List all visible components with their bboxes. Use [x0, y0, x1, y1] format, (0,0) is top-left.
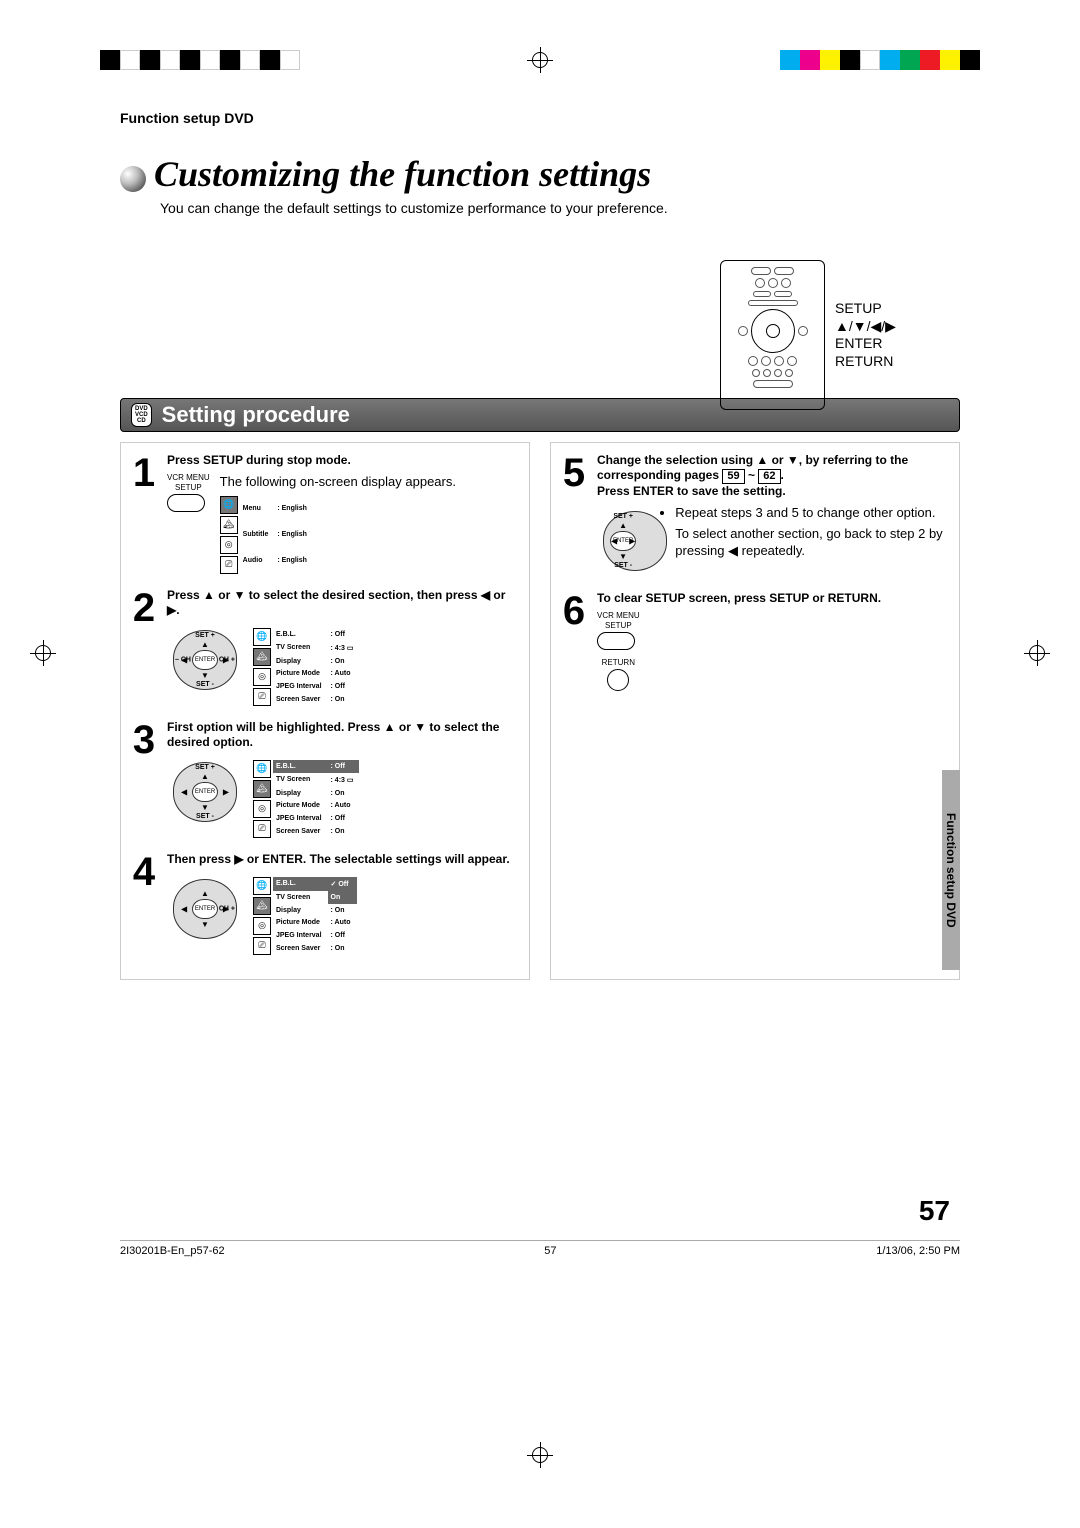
osd-preview: 🌐🏔◎⎚E.B.L.✓ OffTV ScreenOnDisplay: OnPic… [253, 877, 357, 955]
decorative-sphere [120, 166, 146, 192]
section-tag: Function setup DVD [120, 110, 960, 126]
step-1: 1Press SETUP during stop mode.VCR MENUSE… [129, 453, 521, 574]
step-lead: To clear SETUP screen, press SETUP or RE… [597, 591, 951, 606]
step-lead: First option will be highlighted. Press … [167, 720, 521, 750]
step-number: 2 [129, 588, 159, 706]
osd-tab-icon: 🏔 [253, 780, 271, 798]
steps-right-column: 5Change the selection using ▲ or ▼, by r… [550, 442, 960, 980]
remote-labels: SETUP ▲/▼/◀/▶ ENTER RETURN [835, 300, 896, 370]
crosshair-left [30, 640, 56, 666]
footer-page: 57 [544, 1245, 556, 1257]
osd-tab-icon: ◎ [253, 917, 271, 935]
footer-date: 1/13/06, 2:50 PM [876, 1245, 960, 1257]
step-lead: Press SETUP during stop mode. [167, 453, 521, 468]
remote-label-arrows: ▲/▼/◀/▶ [835, 318, 896, 336]
color-registration-blocks [780, 50, 980, 70]
osd-tab-icon: ◎ [220, 536, 238, 554]
step-5: 5Change the selection using ▲ or ▼, by r… [559, 453, 951, 578]
osd-tab-icon: 🏔 [253, 897, 271, 915]
step-body: The following on-screen display appears. [220, 474, 456, 490]
step-number: 4 [129, 852, 159, 955]
footer-file: 2I30201B-En_p57-62 [120, 1245, 225, 1257]
step-6: 6 To clear SETUP screen, press SETUP or R… [559, 591, 951, 691]
dpad-illustration: ENTERSET +SET -▲▼◀▶ [167, 756, 243, 828]
setup-button-illustration [167, 494, 205, 512]
osd-tab-icon: ⎚ [253, 820, 271, 838]
step-4: 4 Then press ▶ or ENTER. The selectable s… [129, 852, 521, 955]
procedure-title: Setting procedure [162, 402, 350, 428]
osd-tab-icon: 🌐 [253, 760, 271, 778]
setup-button-illustration [597, 632, 635, 650]
step-number: 6 [559, 591, 589, 691]
osd-preview: 🌐🏔◎⎚E.B.L.: OffTV Screen: 4:3 ▭Display: … [253, 628, 359, 706]
osd-tab-icon: ⎚ [253, 937, 271, 955]
step-lead: Change the selection using ▲ or ▼, by re… [597, 453, 951, 500]
crosshair-bottom [527, 1442, 553, 1468]
page-number: 57 [919, 1195, 950, 1227]
osd-preview: 🌐🏔◎⎚Menu: EnglishSubtitle: EnglishAudio:… [220, 496, 456, 574]
step-number: 5 [559, 453, 589, 578]
osd-preview: 🌐🏔◎⎚E.B.L.: OffTV Screen: 4:3 ▭Display: … [253, 760, 359, 838]
step-number: 3 [129, 720, 159, 838]
bw-registration-blocks [100, 50, 300, 70]
remote-diagram [720, 260, 825, 410]
return-button-illustration [607, 669, 629, 691]
osd-tab-icon: ⎚ [220, 556, 238, 574]
step-lead: Press ▲ or ▼ to select the desired secti… [167, 588, 521, 618]
step-lead: Then press ▶ or ENTER. The selectable se… [167, 852, 521, 867]
osd-tab-icon: 🌐 [253, 877, 271, 895]
page-title: Customizing the function settings [154, 156, 651, 192]
disc-type-badge: DVD VCD CD [131, 403, 152, 427]
dpad-illustration: ENTERSET +SET -– CHCH +▲▼◀▶ [167, 624, 243, 696]
dpad-illustration: ENTERSET +SET -▲▼◀▶ [597, 505, 649, 577]
dpad-illustration: ENTERCH +▲▼◀▶ [167, 873, 243, 945]
registration-marks-top [0, 45, 1080, 75]
remote-label-enter: ENTER [835, 335, 896, 353]
step-number: 1 [129, 453, 159, 574]
osd-tab-icon: 🏔 [253, 648, 271, 666]
osd-tab-icon: ⎚ [253, 688, 271, 706]
crosshair-top [527, 47, 553, 73]
step-3: 3 First option will be highlighted. Press… [129, 720, 521, 838]
remote-dpad [751, 309, 795, 353]
osd-tab-icon: ◎ [253, 800, 271, 818]
side-tab: Function setup DVD [942, 770, 960, 970]
osd-tab-icon: 🌐 [253, 628, 271, 646]
step-bullets: Repeat steps 3 and 5 to change other opt… [675, 505, 951, 564]
remote-label-setup: SETUP [835, 300, 896, 318]
osd-tab-icon: ◎ [253, 668, 271, 686]
steps-left-column: 1Press SETUP during stop mode.VCR MENUSE… [120, 442, 530, 980]
registration-marks-bottom [0, 1442, 1080, 1468]
osd-tab-icon: 🏔 [220, 516, 238, 534]
remote-label-return: RETURN [835, 353, 896, 371]
step-2: 2 Press ▲ or ▼ to select the desired sect… [129, 588, 521, 706]
footer: 2I30201B-En_p57-62 57 1/13/06, 2:50 PM [120, 1240, 960, 1257]
intro-text: You can change the default settings to c… [160, 200, 960, 218]
crosshair-right [1024, 640, 1050, 666]
remote-callout: SETUP ▲/▼/◀/▶ ENTER RETURN [720, 260, 980, 410]
osd-tab-icon: 🌐 [220, 496, 238, 514]
